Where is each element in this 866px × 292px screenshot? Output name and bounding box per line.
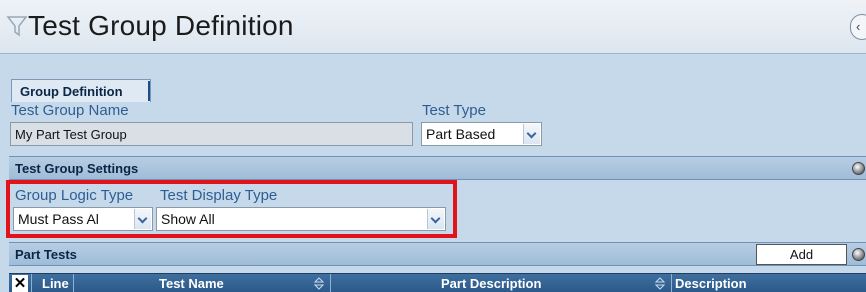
column-header-line[interactable]: Line [42, 274, 69, 292]
highlight-box [6, 180, 457, 238]
section-title: Test Group Settings [15, 161, 139, 176]
collapse-circle-icon[interactable] [852, 162, 865, 175]
test-group-name-label: Test Group Name [11, 102, 129, 119]
test-type-select[interactable]: Part Based [421, 122, 542, 146]
test-group-name-field[interactable]: My Part Test Group [10, 122, 413, 146]
column-separator [31, 274, 32, 292]
page-title: Test Group Definition [28, 10, 294, 41]
sort-icon[interactable] [314, 277, 324, 290]
tab-group-definition[interactable]: Group Definition [11, 79, 151, 102]
sort-icon[interactable] [655, 277, 665, 290]
column-separator [671, 274, 672, 292]
column-header-part-description[interactable]: Part Description [441, 274, 541, 292]
test-group-settings-header[interactable]: Test Group Settings [9, 156, 866, 180]
column-header-description[interactable]: Description [675, 274, 747, 292]
clear-x-icon[interactable]: ✕ [12, 275, 28, 292]
title-bar: Test Group Definition ‹ [0, 0, 866, 54]
form-content: Group Definition Test Group Name My Part… [0, 55, 866, 292]
funnel-icon[interactable] [6, 13, 28, 39]
tab-label: Group Definition [20, 84, 123, 99]
tab-divider [148, 81, 150, 101]
test-type-value: Part Based [426, 126, 496, 142]
section-title: Part Tests [15, 247, 77, 262]
column-separator [330, 274, 331, 292]
collapse-circle-icon[interactable] [852, 248, 865, 261]
test-type-label: Test Type [422, 102, 486, 119]
column-header-test-name[interactable]: Test Name [159, 274, 224, 292]
chevron-left-icon[interactable]: ‹ [850, 14, 866, 40]
chevron-down-icon[interactable] [523, 124, 540, 144]
part-tests-header: Part Tests Add [9, 242, 866, 266]
grid-header: ✕ Line Test Name Part Description Descri… [9, 273, 866, 292]
add-button[interactable]: Add [756, 244, 847, 265]
column-separator [73, 274, 74, 292]
